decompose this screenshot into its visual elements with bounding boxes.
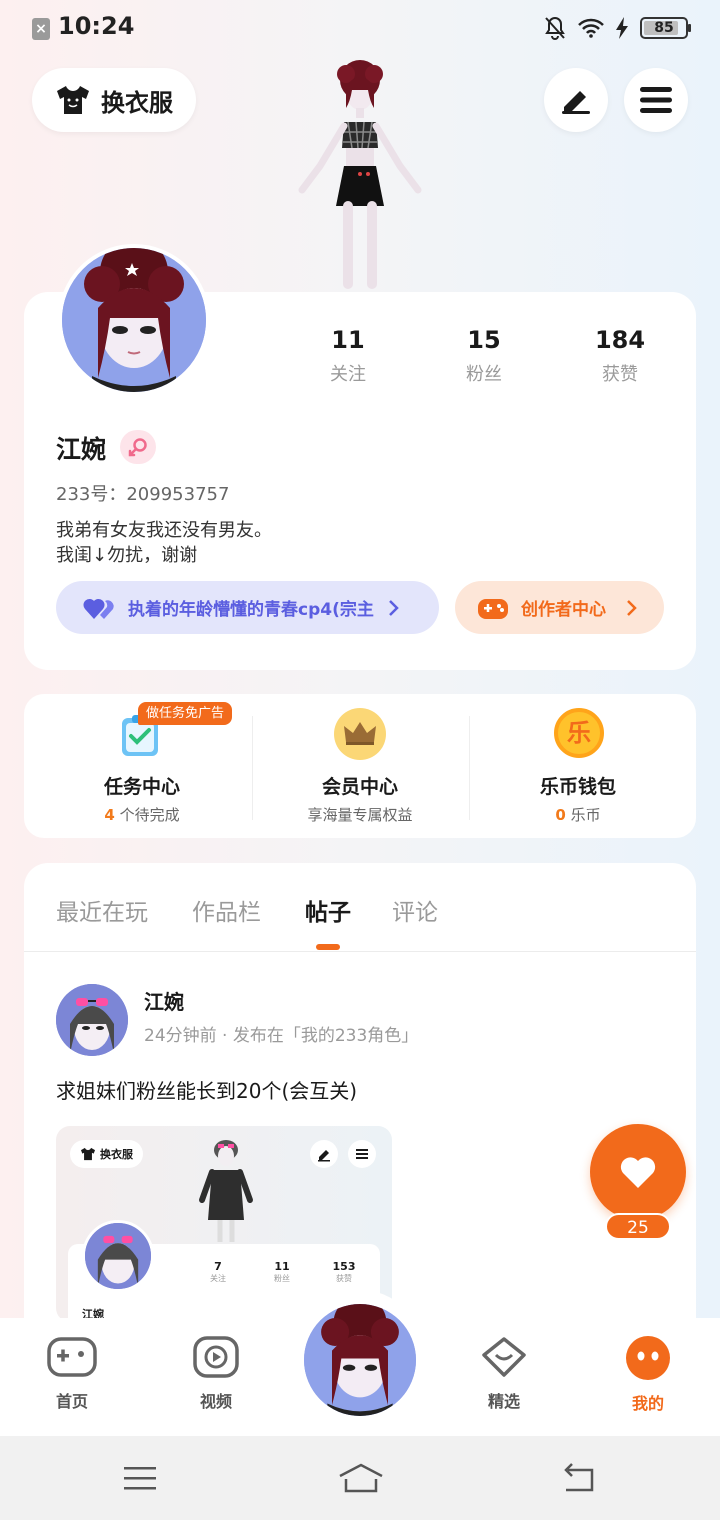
tab-works[interactable]: 作品栏 xyxy=(192,893,261,927)
bell-off-icon xyxy=(545,16,565,40)
task-ad-badge: 做任务免广告 xyxy=(138,702,233,725)
tab-comments[interactable]: 评论 xyxy=(392,893,438,927)
menu-button[interactable] xyxy=(624,68,688,132)
pencil-icon xyxy=(562,91,590,114)
member-center-button[interactable]: 会员中心 享海量专属权益 xyxy=(248,694,472,838)
chevron-right-icon xyxy=(627,599,637,616)
gamepad-icon xyxy=(47,1337,97,1377)
active-tab-indicator xyxy=(316,944,340,950)
preview-menu-icon xyxy=(348,1140,376,1168)
edit-profile-button[interactable] xyxy=(544,68,608,132)
home-icon xyxy=(339,1463,383,1493)
double-heart-icon xyxy=(83,598,114,619)
nav-home[interactable]: 首页 xyxy=(22,1336,122,1412)
user-id: 233号：209953757 xyxy=(56,484,230,505)
profile-avatar[interactable] xyxy=(58,244,210,396)
game-controller-icon xyxy=(478,598,508,619)
back-arrow-icon xyxy=(564,1463,594,1492)
preview-character xyxy=(199,1140,253,1242)
profile-bio: 我弟有女友我还没有男友。 我闺↓勿扰，谢谢 xyxy=(56,520,272,566)
tab-recently-played[interactable]: 最近在玩 xyxy=(56,893,148,927)
menu-lines-icon xyxy=(124,1467,156,1490)
change-outfit-label: 换衣服 xyxy=(101,88,173,117)
shirt-icon xyxy=(81,1147,95,1161)
group-pill-label: 执着的年龄懵懂的青春cp4(宗主 xyxy=(128,600,374,620)
stat-followers[interactable]: 15 粉丝 xyxy=(424,326,544,386)
status-time: 10:24 xyxy=(58,12,135,40)
shirt-icon xyxy=(57,86,89,114)
notification-x-icon: × xyxy=(32,18,50,40)
like-button[interactable] xyxy=(590,1124,686,1220)
post-author-name[interactable]: 江婉 xyxy=(144,986,184,1015)
heart-badge-icon xyxy=(482,1337,526,1377)
coin-wallet-button[interactable]: 乐 乐币钱包 0 乐币 xyxy=(466,694,690,838)
group-pill-button[interactable]: 执着的年龄懵懂的青春cp4(宗主 xyxy=(56,581,439,634)
heart-icon xyxy=(620,1157,656,1188)
preview-stat-followers: 11 粉丝 xyxy=(274,1260,290,1283)
status-bar: × 10:24 85 xyxy=(0,0,720,56)
preview-avatar xyxy=(82,1220,154,1292)
wifi-icon xyxy=(578,18,604,38)
home-button[interactable] xyxy=(338,1458,384,1498)
tab-posts[interactable]: 帖子 xyxy=(305,893,351,927)
nav-featured[interactable]: 精选 xyxy=(454,1336,554,1412)
female-gender-icon xyxy=(120,430,156,464)
post-meta: 24分钟前 · 发布在「我的233角色」 xyxy=(144,1026,419,1046)
recent-apps-button[interactable] xyxy=(120,1458,160,1498)
preview-outfit-button: 换衣服 xyxy=(70,1140,143,1168)
avatar-character-3d[interactable] xyxy=(290,56,430,292)
creator-center-button[interactable]: 创作者中心 xyxy=(455,581,664,634)
stat-likes[interactable]: 184 获赞 xyxy=(560,326,680,386)
change-outfit-button[interactable]: 换衣服 xyxy=(32,68,196,132)
preview-stat-following: 7 关注 xyxy=(210,1260,226,1283)
preview-stat-likes: 153 获赞 xyxy=(332,1260,356,1283)
nav-center-avatar[interactable] xyxy=(304,1304,416,1416)
divider xyxy=(24,951,696,952)
chevron-right-icon xyxy=(388,599,399,616)
post-text: 求姐妹们粉丝能长到20个(会互关) xyxy=(56,1079,358,1103)
play-icon xyxy=(193,1336,239,1378)
nav-video[interactable]: 视频 xyxy=(166,1336,266,1412)
charging-icon xyxy=(616,17,628,39)
face-icon xyxy=(626,1336,670,1380)
like-count: 25 xyxy=(605,1213,671,1240)
hamburger-menu-icon xyxy=(640,87,672,113)
crown-icon xyxy=(334,708,386,760)
post-author-avatar[interactable] xyxy=(56,984,128,1056)
battery-indicator: 85 xyxy=(640,17,691,39)
nav-mine[interactable]: 我的 xyxy=(598,1336,698,1414)
creator-center-label: 创作者中心 xyxy=(521,600,606,620)
preview-edit-icon xyxy=(310,1140,338,1168)
back-button[interactable] xyxy=(558,1458,598,1498)
stat-following[interactable]: 11 关注 xyxy=(288,326,408,386)
coin-icon: 乐 xyxy=(554,708,604,758)
profile-username: 江婉 xyxy=(56,435,107,464)
